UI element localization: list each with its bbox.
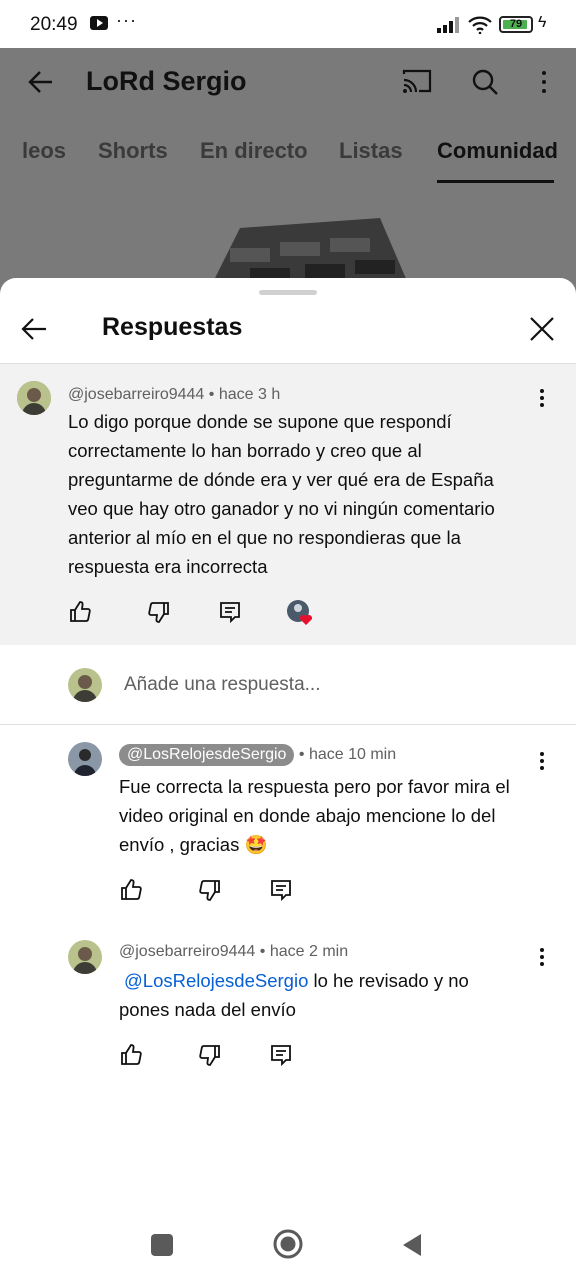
nav-square-icon[interactable]: [151, 1234, 173, 1256]
youtube-notification-icon: [90, 16, 108, 30]
avatar[interactable]: [17, 381, 51, 415]
signal-icon: [437, 17, 461, 33]
like-icon[interactable]: [119, 1043, 143, 1067]
sheet-title: Respuestas: [102, 313, 243, 341]
close-icon[interactable]: [529, 316, 555, 342]
reply-icon[interactable]: [269, 1043, 293, 1067]
channel-title: LoRd Sergio: [86, 66, 247, 96]
battery-percent: 79: [509, 18, 523, 30]
tab-videos[interactable]: leos: [22, 138, 66, 164]
comment-text: Fue correcta la respuesta pero por favor…: [119, 776, 510, 855]
comment-author[interactable]: @josebarreiro9444: [119, 943, 255, 960]
avatar[interactable]: [68, 940, 102, 974]
comment-meta: @josebarreiro9444 • hace 3 h: [68, 386, 281, 403]
more-vert-icon[interactable]: [541, 71, 547, 93]
mention-link[interactable]: @LosRelojesdeSergio: [124, 970, 308, 991]
comment-more-icon[interactable]: [539, 948, 545, 970]
search-icon[interactable]: [471, 68, 499, 96]
status-time: 20:49: [30, 14, 78, 35]
reply-icon[interactable]: [269, 878, 293, 902]
my-avatar: [68, 668, 102, 702]
dislike-icon[interactable]: [147, 600, 171, 624]
dislike-icon[interactable]: [198, 1043, 222, 1067]
comment-time: hace 3 h: [218, 386, 281, 403]
battery-icon: 79: [499, 16, 533, 33]
comment-text: @LosRelojesdeSergio lo he revisado y no …: [119, 970, 469, 1020]
comment-more-icon[interactable]: [539, 389, 545, 411]
avatar[interactable]: [68, 742, 102, 776]
more-notifications-icon: ···: [116, 10, 137, 30]
charging-icon: ϟ: [538, 14, 547, 31]
drag-handle[interactable]: [259, 290, 317, 295]
dislike-icon[interactable]: [198, 878, 222, 902]
tab-shorts[interactable]: Shorts: [98, 138, 168, 164]
comment-meta: @josebarreiro9444 • hace 2 min: [119, 943, 349, 960]
input-divider: [0, 724, 576, 725]
tab-community[interactable]: Comunidad: [437, 138, 558, 164]
creator-heart-icon: [287, 599, 317, 627]
comment-text: Lo digo porque donde se supone que respo…: [68, 411, 495, 577]
comment-time: hace 10 min: [308, 746, 397, 763]
back-arrow-icon[interactable]: [26, 68, 54, 96]
nav-back-icon[interactable]: [401, 1232, 423, 1258]
parent-comment: @josebarreiro9444 • hace 3 h Lo digo por…: [0, 364, 576, 645]
active-tab-indicator: [437, 180, 554, 183]
reply-input[interactable]: Añade una respuesta...: [124, 674, 320, 696]
reply-icon[interactable]: [218, 600, 242, 624]
system-nav-bar: [0, 1210, 576, 1280]
like-icon[interactable]: [68, 600, 92, 624]
nav-home-icon[interactable]: [273, 1229, 303, 1259]
sheet-back-icon[interactable]: [20, 315, 48, 343]
cast-icon[interactable]: [402, 68, 432, 94]
comment-time: hace 2 min: [269, 943, 349, 960]
comment-meta: @LosRelojesdeSergio • hace 10 min: [119, 744, 396, 766]
tab-live[interactable]: En directo: [200, 138, 308, 164]
wifi-icon: [468, 16, 492, 35]
status-bar: 20:49 ··· 79 ϟ: [0, 0, 576, 48]
comment-author[interactable]: @josebarreiro9444: [68, 386, 204, 403]
creator-handle-chip[interactable]: @LosRelojesdeSergio: [119, 744, 295, 766]
like-icon[interactable]: [119, 878, 143, 902]
tab-playlists[interactable]: Listas: [339, 138, 403, 164]
comment-more-icon[interactable]: [539, 752, 545, 774]
